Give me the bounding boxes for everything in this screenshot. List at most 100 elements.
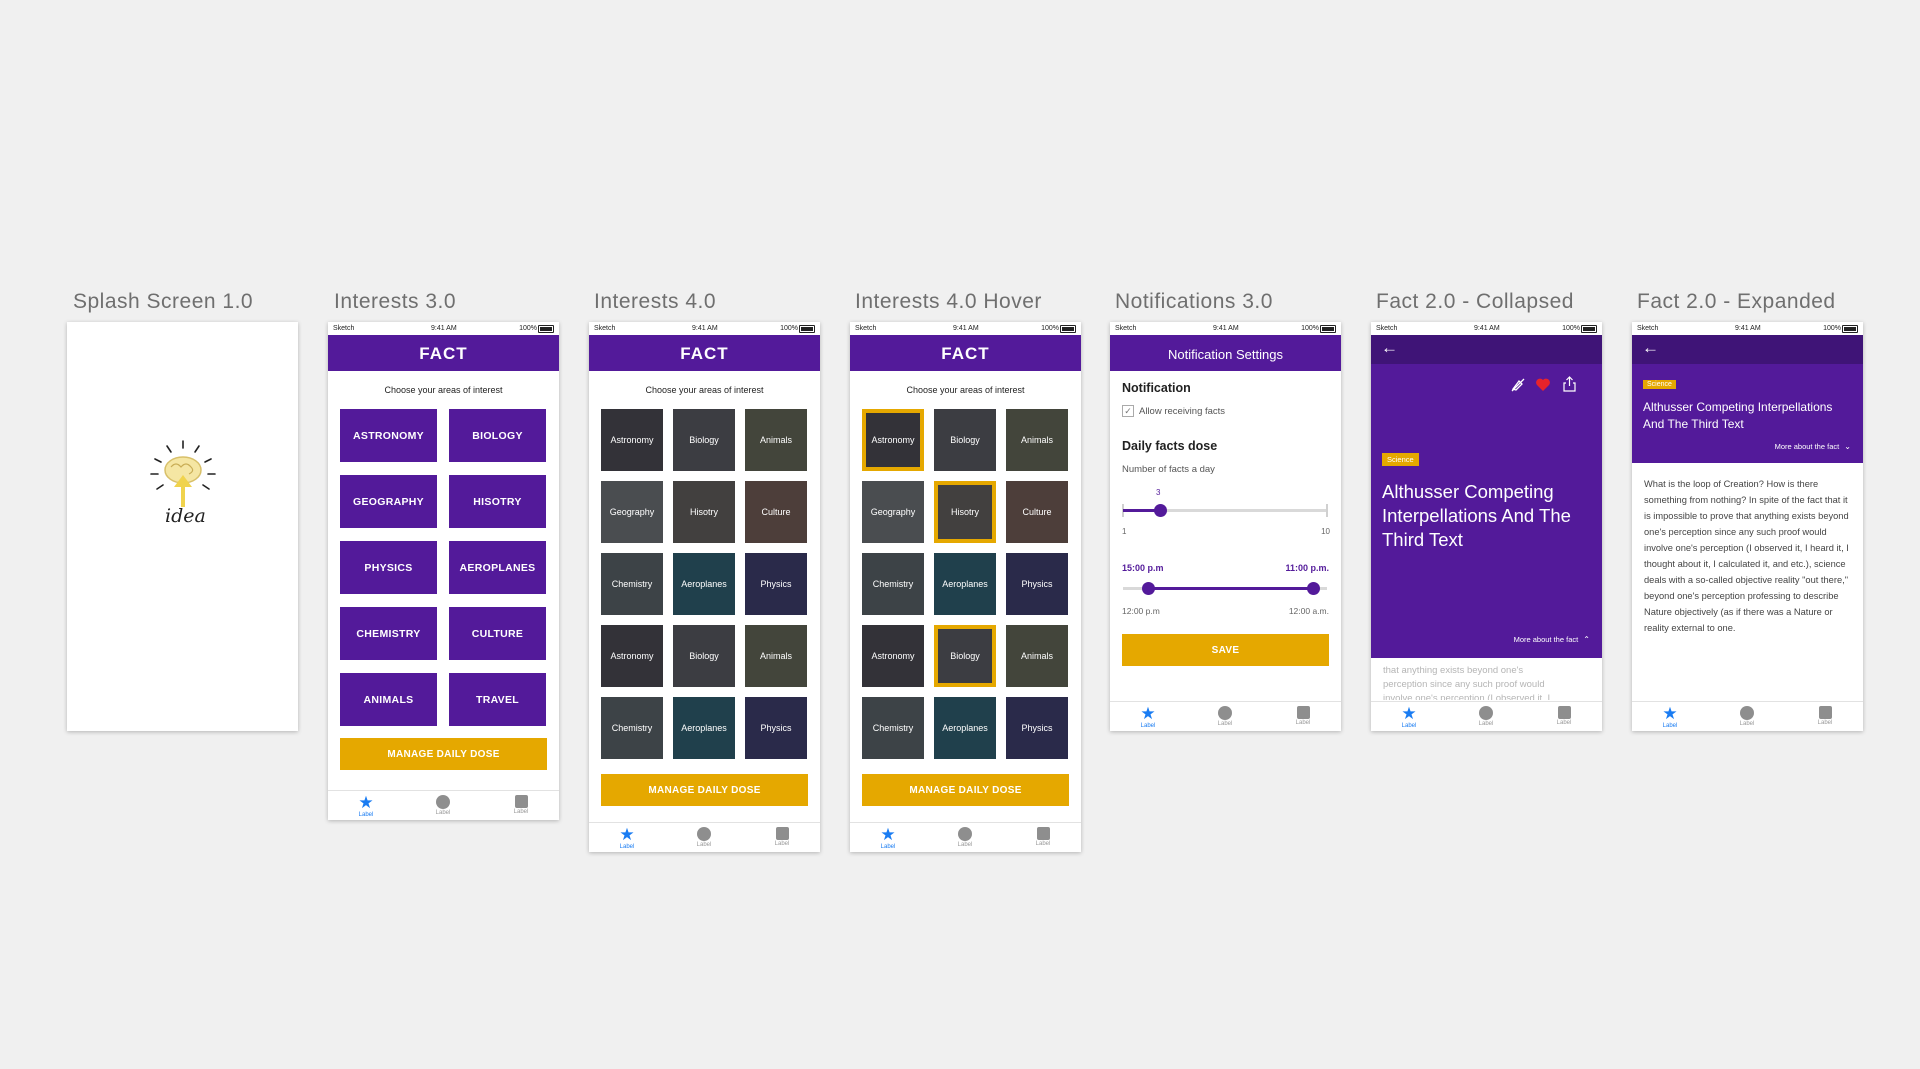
manage-daily-dose-button[interactable]: MANAGE DAILY DOSE — [601, 774, 808, 806]
heart-icon[interactable] — [1535, 377, 1551, 392]
photo-tile-astronomy[interactable]: Astronomy — [862, 409, 924, 471]
photo-tile-physics[interactable]: Physics — [745, 553, 807, 615]
more-about-fact-link[interactable]: More about the fact ⌄ — [1775, 442, 1851, 451]
tab-label-1[interactable]: ★ Label — [868, 825, 908, 850]
battery-icon — [1060, 325, 1076, 333]
photo-tile-geography[interactable]: Geography — [862, 481, 924, 543]
photo-tile-animals[interactable]: Animals — [745, 409, 807, 471]
tab-label-2[interactable]: Label — [1727, 704, 1767, 727]
manage-daily-dose-button[interactable]: MANAGE DAILY DOSE — [862, 774, 1069, 806]
photo-tile-astronomy-2[interactable]: Astronomy — [601, 625, 663, 687]
tile-geography[interactable]: GEOGRAPHY — [340, 475, 437, 528]
photo-tile-physics-2[interactable]: Physics — [745, 697, 807, 759]
photo-tile-physics-2[interactable]: Physics — [1006, 697, 1068, 759]
allow-facts-checkbox[interactable]: ✓ — [1122, 405, 1134, 417]
photo-tile-chemistry-2[interactable]: Chemistry — [601, 697, 663, 759]
photo-tile-aeroplanes[interactable]: Aeroplanes — [673, 553, 735, 615]
tab-label-2[interactable]: Label — [423, 793, 463, 816]
tab-label-1[interactable]: ★ Label — [1389, 704, 1429, 729]
app-header: FACT — [850, 335, 1081, 371]
dose-min-label: 1 — [1122, 527, 1127, 536]
tab-label-3[interactable]: Label — [501, 793, 541, 815]
photo-tile-aeroplanes-2[interactable]: Aeroplanes — [934, 697, 996, 759]
circle-icon — [436, 795, 450, 809]
tab-bar: ★ Label Label Label — [1110, 701, 1341, 731]
tab-label-2[interactable]: Label — [945, 825, 985, 848]
circle-icon — [958, 827, 972, 841]
photo-tile-culture[interactable]: Culture — [1006, 481, 1068, 543]
photo-tile-animals-2[interactable]: Animals — [745, 625, 807, 687]
tab-label-1[interactable]: ★ Label — [346, 793, 386, 818]
star-icon: ★ — [619, 825, 635, 844]
photo-tile-history[interactable]: Hisotry — [934, 481, 996, 543]
photo-tile-animals-2[interactable]: Animals — [1006, 625, 1068, 687]
fact-body: What is the loop of Creation? How is the… — [1644, 479, 1849, 633]
tab-label-3[interactable]: Label — [762, 825, 802, 847]
idea-logo: idea — [147, 437, 219, 547]
peek-line-3: involve one's perception (I observed it,… — [1383, 693, 1551, 700]
tile-chemistry[interactable]: CHEMISTRY — [340, 607, 437, 660]
share-icon[interactable] — [1562, 376, 1577, 392]
star-icon: ★ — [1140, 704, 1156, 723]
tab-label-2[interactable]: Label — [1205, 704, 1245, 727]
tab-label-1[interactable]: ★ Label — [1128, 704, 1168, 729]
tab-label-1[interactable]: ★ Label — [1650, 704, 1690, 729]
photo-tile-biology-2[interactable]: Biology — [934, 625, 996, 687]
dose-slider-thumb[interactable] — [1154, 504, 1167, 517]
back-arrow-icon[interactable]: ← — [1381, 338, 1398, 358]
square-icon — [1557, 706, 1571, 719]
photo-tile-culture[interactable]: Culture — [745, 481, 807, 543]
photo-tile-history[interactable]: Hisotry — [673, 481, 735, 543]
photo-tile-biology[interactable]: Biology — [934, 409, 996, 471]
fact-body-peek: that anything exists beyond one's percep… — [1383, 664, 1593, 700]
photo-tile-aeroplanes-2[interactable]: Aeroplanes — [673, 697, 735, 759]
mute-icon[interactable] — [1510, 377, 1526, 393]
tile-aeroplanes[interactable]: AEROPLANES — [449, 541, 546, 594]
tab-label-3[interactable]: Label — [1544, 704, 1584, 726]
save-button[interactable]: SAVE — [1122, 634, 1329, 666]
photo-tile-biology-2[interactable]: Biology — [673, 625, 735, 687]
status-bar: Sketch 9:41 AM 100% — [328, 322, 559, 335]
photo-tile-physics[interactable]: Physics — [1006, 553, 1068, 615]
tab-label-2[interactable]: Label — [1466, 704, 1506, 727]
tab-label-3[interactable]: Label — [1023, 825, 1063, 847]
fact-title: Althusser Competing Interpellations And … — [1643, 400, 1833, 431]
time-range-thumb-start[interactable] — [1142, 582, 1155, 595]
carrier-label: Sketch — [333, 325, 355, 332]
manage-daily-dose-button[interactable]: MANAGE DAILY DOSE — [340, 738, 547, 770]
photo-tile-chemistry[interactable]: Chemistry — [862, 553, 924, 615]
tile-astronomy[interactable]: ASTRONOMY — [340, 409, 437, 462]
tab-bar: ★ Label Label Label — [850, 822, 1081, 852]
tile-culture[interactable]: CULTURE — [449, 607, 546, 660]
tab-label-3[interactable]: Label — [1805, 704, 1845, 726]
carrier-label: Sketch — [1376, 325, 1398, 332]
battery-icon — [799, 325, 815, 333]
photo-tile-astronomy[interactable]: Astronomy — [601, 409, 663, 471]
time-range-thumb-end[interactable] — [1307, 582, 1320, 595]
photo-tile-aeroplanes[interactable]: Aeroplanes — [934, 553, 996, 615]
dose-slider-cap-right — [1326, 504, 1328, 517]
circle-icon — [1740, 706, 1754, 720]
photo-tile-animals[interactable]: Animals — [1006, 409, 1068, 471]
fact-card-expanded: ← Science Althusser Competing Interpella… — [1632, 335, 1863, 463]
photo-tile-astronomy-2[interactable]: Astronomy — [862, 625, 924, 687]
tile-history[interactable]: HISOTRY — [449, 475, 546, 528]
back-arrow-icon[interactable]: ← — [1642, 338, 1659, 358]
photo-tile-chemistry[interactable]: Chemistry — [601, 553, 663, 615]
lightbulb-brain-icon — [150, 440, 216, 507]
tile-physics[interactable]: PHYSICS — [340, 541, 437, 594]
tile-animals[interactable]: ANIMALS — [340, 673, 437, 726]
tab-label-1[interactable]: ★ Label — [607, 825, 647, 850]
battery-icon — [1842, 325, 1858, 333]
more-about-fact-link[interactable]: More about the fact ⌃ — [1514, 635, 1590, 644]
tile-travel[interactable]: TRAVEL — [449, 673, 546, 726]
tab-label-3[interactable]: Label — [1283, 704, 1323, 726]
photo-tile-biology[interactable]: Biology — [673, 409, 735, 471]
circle-icon — [1479, 706, 1493, 720]
photo-tile-geography[interactable]: Geography — [601, 481, 663, 543]
tile-biology[interactable]: BIOLOGY — [449, 409, 546, 462]
tab-label-2[interactable]: Label — [684, 825, 724, 848]
tab-bar: ★ Label Label Label — [1371, 701, 1602, 731]
battery-percent: 100% — [519, 325, 537, 332]
photo-tile-chemistry-2[interactable]: Chemistry — [862, 697, 924, 759]
